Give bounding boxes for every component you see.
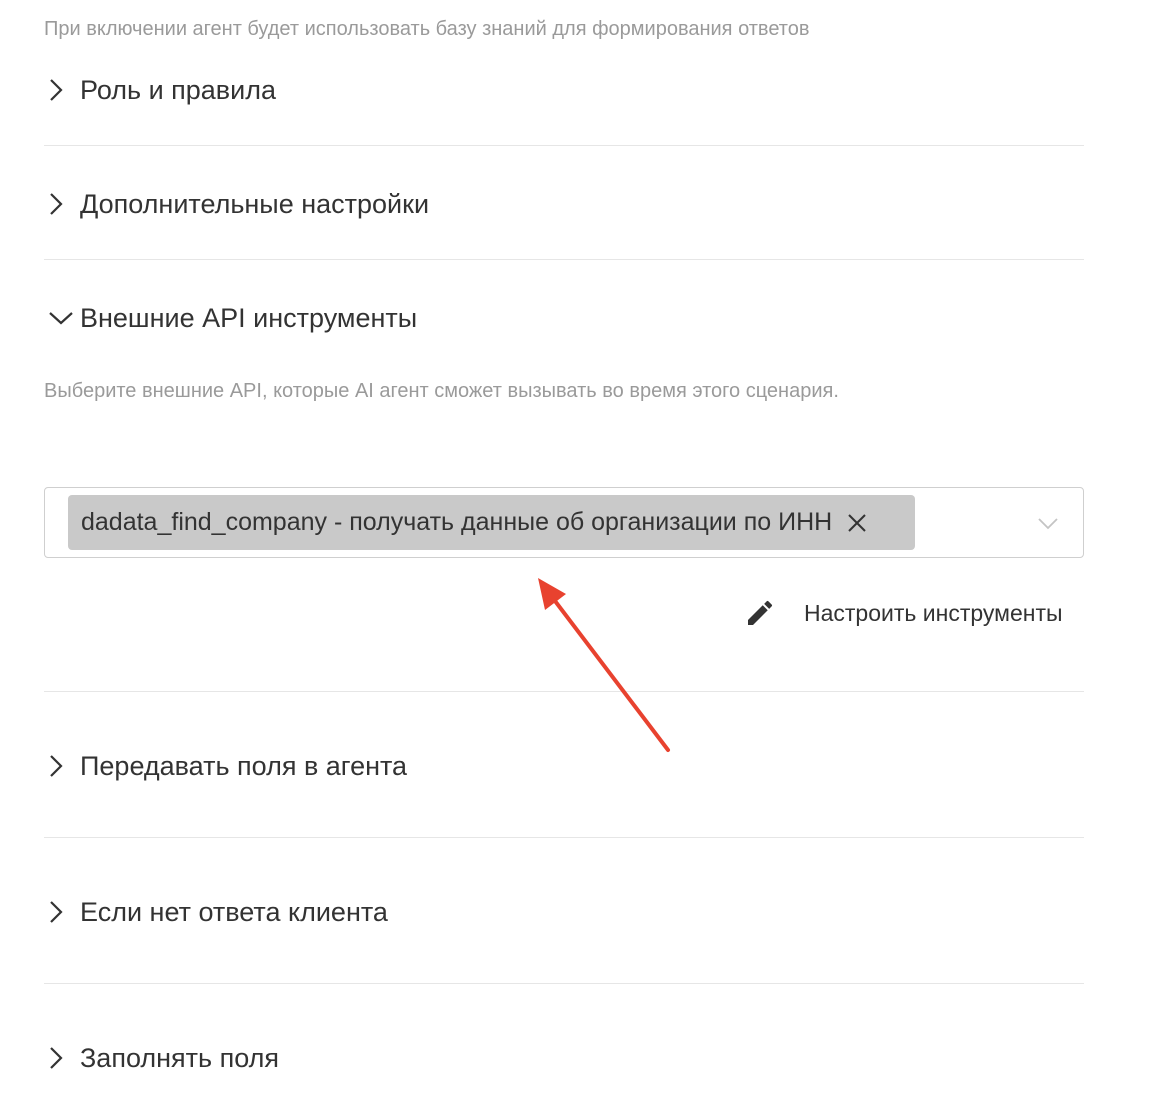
chevron-right-icon xyxy=(44,70,80,110)
chevron-right-icon xyxy=(44,1038,80,1078)
section-additional-settings[interactable]: Дополнительные настройки xyxy=(44,184,1084,224)
pencil-icon xyxy=(744,597,776,629)
section-external-api-tools[interactable]: Внешние API инструменты xyxy=(44,298,1084,338)
knowledge-base-hint: При включении агент будет использовать б… xyxy=(44,18,810,40)
selected-tag: dadata_find_company - получать данные об… xyxy=(68,495,915,550)
section-fill-fields[interactable]: Заполнять поля xyxy=(44,1038,1084,1078)
divider xyxy=(44,259,1084,260)
chevron-right-icon xyxy=(44,184,80,224)
section-title: Внешние API инструменты xyxy=(80,302,418,333)
divider xyxy=(44,837,1084,838)
section-title: Заполнять поля xyxy=(80,1042,280,1073)
divider xyxy=(44,691,1084,692)
section-role-rules[interactable]: Роль и правила xyxy=(44,70,1084,110)
section-title: Передавать поля в агента xyxy=(80,750,408,781)
chevron-down-icon[interactable] xyxy=(1035,510,1061,536)
section-title: Если нет ответа клиента xyxy=(80,896,388,927)
chevron-right-icon xyxy=(44,892,80,932)
tag-label: dadata_find_company - получать данные об… xyxy=(81,508,833,536)
chevron-right-icon xyxy=(44,746,80,786)
close-icon[interactable] xyxy=(844,510,870,536)
api-tools-select[interactable]: dadata_find_company - получать данные об… xyxy=(44,487,1084,558)
configure-tools-button[interactable]: Настроить инструменты xyxy=(744,593,1063,633)
section-title: Дополнительные настройки xyxy=(80,188,430,219)
section-title: Роль и правила xyxy=(80,74,277,105)
api-tools-description: Выберите внешние API, которые AI агент с… xyxy=(44,380,839,402)
chevron-down-icon xyxy=(44,298,80,338)
configure-tools-label: Настроить инструменты xyxy=(804,599,1063,626)
section-pass-fields[interactable]: Передавать поля в агента xyxy=(44,746,1084,786)
divider xyxy=(44,983,1084,984)
section-no-client-response[interactable]: Если нет ответа клиента xyxy=(44,892,1084,932)
divider xyxy=(44,145,1084,146)
